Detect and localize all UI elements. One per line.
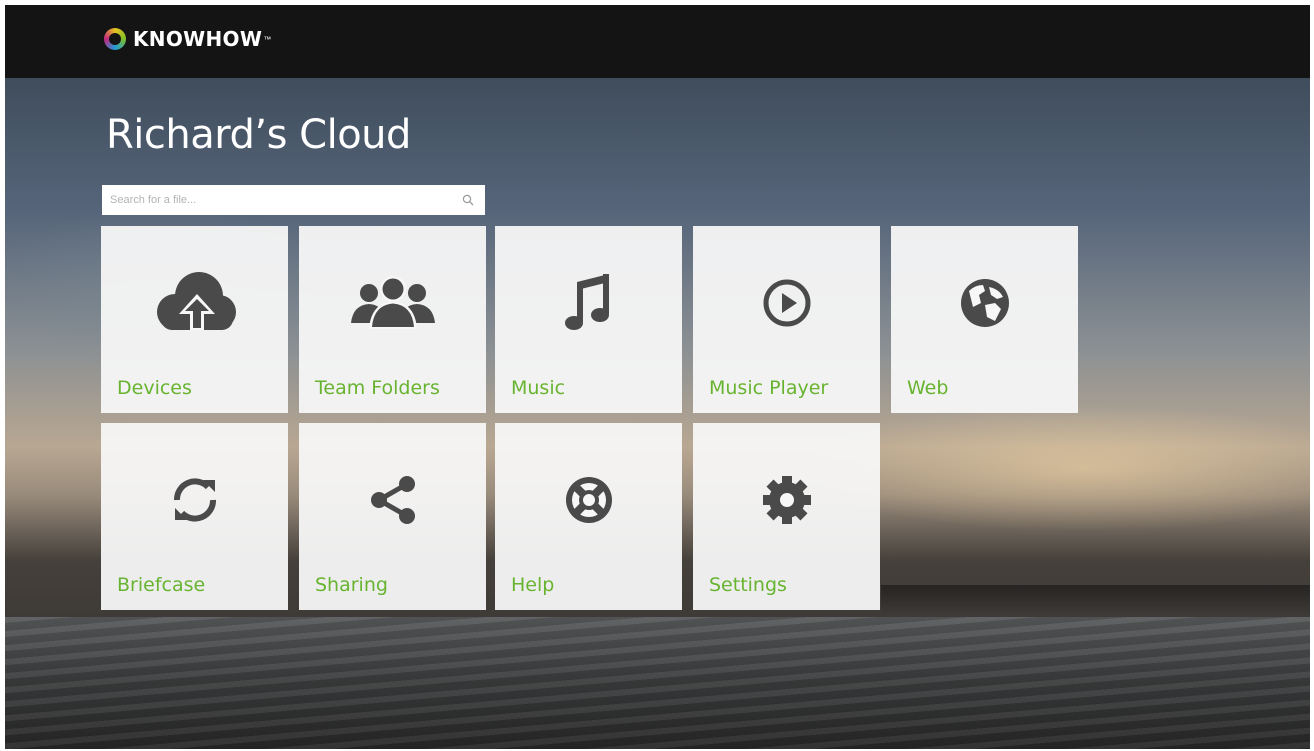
background-shore: [881, 585, 1310, 615]
group-icon: [299, 268, 486, 338]
search-icon[interactable]: [457, 189, 479, 211]
tile-music-player[interactable]: Music Player: [693, 226, 880, 413]
search-box: [102, 185, 485, 215]
tile-label: Web: [907, 377, 949, 399]
tile-label: Music Player: [709, 377, 829, 399]
tile-label: Music: [511, 377, 566, 399]
app-frame: KNOWHOW ™ Richard’s Cloud Search for a f…: [5, 5, 1310, 749]
gear-icon: [693, 465, 880, 535]
tile-label: Briefcase: [117, 574, 206, 596]
share-icon: [299, 465, 486, 535]
logo-icon: [104, 28, 126, 50]
page-title: Richard’s Cloud: [106, 112, 411, 158]
tile-web[interactable]: Web: [891, 226, 1078, 413]
background-sea: [5, 617, 1310, 749]
tile-label: Sharing: [315, 574, 388, 596]
music-note-icon: [495, 268, 682, 338]
cloud-upload-icon: [101, 268, 288, 338]
search-input[interactable]: [102, 186, 457, 214]
top-bar: KNOWHOW ™: [5, 5, 1310, 78]
tile-label: Settings: [709, 574, 787, 596]
sync-icon: [101, 465, 288, 535]
lifebuoy-icon: [495, 465, 682, 535]
globe-icon: [891, 268, 1078, 338]
tile-help[interactable]: Help: [495, 423, 682, 610]
knowhow-logo[interactable]: KNOWHOW ™: [104, 27, 271, 51]
brand-name: KNOWHOW: [133, 27, 263, 51]
tile-label: Help: [511, 574, 555, 596]
tile-briefcase[interactable]: Briefcase: [101, 423, 288, 610]
tile-label: Team Folders: [315, 377, 440, 399]
tile-music[interactable]: Music: [495, 226, 682, 413]
tile-sharing[interactable]: Sharing: [299, 423, 486, 610]
tile-team-folders[interactable]: Team Folders: [299, 226, 486, 413]
tile-devices[interactable]: Devices: [101, 226, 288, 413]
brand-trademark: ™: [263, 34, 272, 44]
tile-label: Devices: [117, 377, 192, 399]
play-circle-icon: [693, 268, 880, 338]
tile-settings[interactable]: Settings: [693, 423, 880, 610]
